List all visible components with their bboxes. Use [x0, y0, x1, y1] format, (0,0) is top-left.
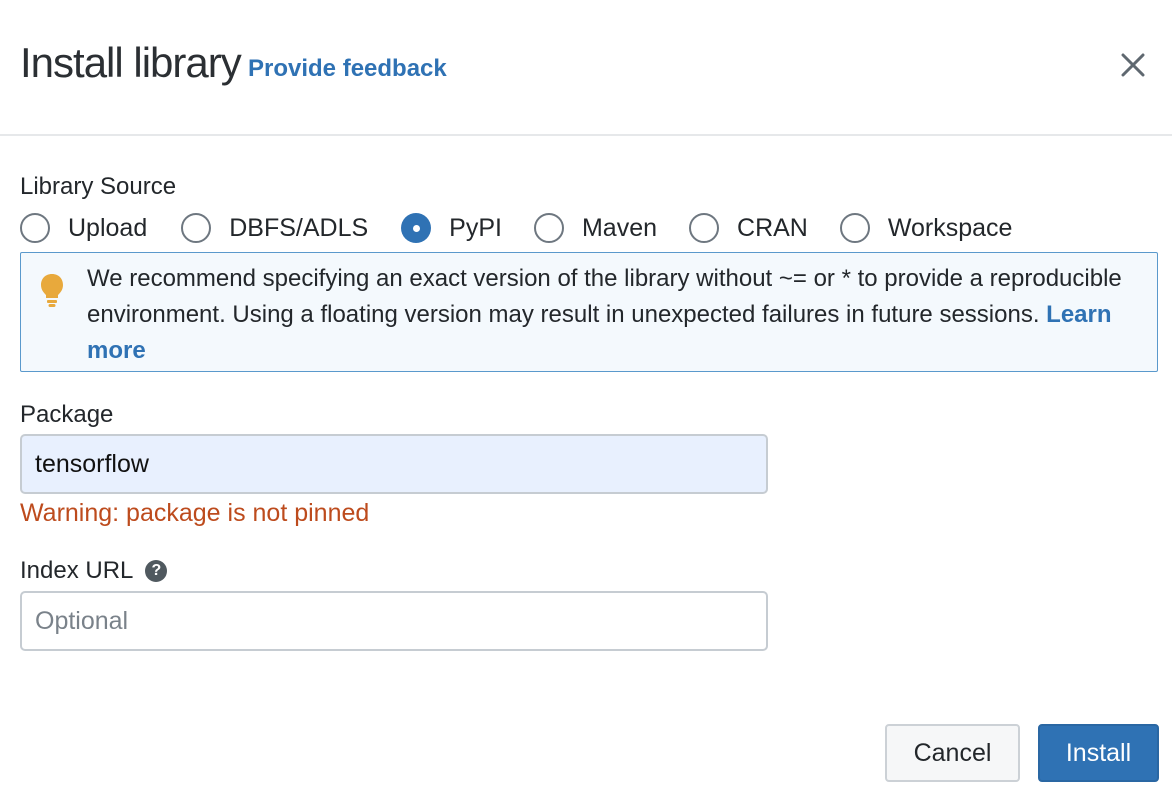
radio-circle-dbfs-adls[interactable] [181, 213, 212, 243]
radio-circle-maven[interactable] [533, 213, 564, 243]
package-label: Package [20, 401, 114, 428]
radio-workspace[interactable]: Workspace [839, 213, 1013, 243]
alert-message: We recommend specifying an exact version… [87, 265, 1122, 328]
index-url-label-row: Index URL ? [20, 556, 168, 586]
dialog-header: Install library Provide feedback [0, 0, 1172, 136]
radio-label-workspace: Workspace [887, 214, 1013, 242]
dialog-title: Install library [20, 39, 242, 86]
radio-label-pypi: PyPI [449, 214, 502, 242]
recommendation-alert: We recommend specifying an exact version… [20, 252, 1158, 372]
radio-pypi[interactable]: PyPI [401, 213, 502, 243]
radio-circle-workspace[interactable] [839, 213, 870, 243]
cancel-button[interactable]: Cancel [885, 724, 1020, 782]
index-url-label: Index URL [20, 557, 134, 584]
radio-circle-upload[interactable] [20, 213, 50, 243]
radio-cran[interactable]: CRAN [689, 213, 808, 243]
radio-circle-cran[interactable] [689, 213, 720, 243]
index-url-input[interactable] [20, 591, 768, 651]
radio-maven[interactable]: Maven [533, 213, 658, 243]
radio-upload[interactable]: Upload [20, 213, 147, 243]
question-circle-icon[interactable]: ? [145, 560, 168, 582]
lightbulb-icon [38, 272, 66, 308]
radio-label-cran: CRAN [737, 214, 808, 242]
radio-label-upload: Upload [68, 214, 148, 242]
close-icon[interactable] [1114, 46, 1154, 86]
alert-text: We recommend specifying an exact version… [87, 261, 1147, 369]
radio-circle-pypi[interactable] [401, 213, 432, 243]
package-warning: Warning: package is not pinned [20, 499, 370, 527]
library-source-label: Library Source [20, 173, 177, 200]
radio-label-dbfs-adls: DBFS/ADLS [229, 214, 369, 242]
library-source-radio-group: Upload DBFS/ADLS PyPI Maven CRAN Workspa… [20, 208, 1012, 248]
radio-label-maven: Maven [581, 214, 658, 242]
install-button[interactable]: Install [1038, 724, 1159, 782]
radio-dbfs-adls[interactable]: DBFS/ADLS [181, 213, 368, 243]
provide-feedback-link[interactable]: Provide feedback [248, 54, 447, 84]
package-input[interactable] [20, 434, 768, 494]
